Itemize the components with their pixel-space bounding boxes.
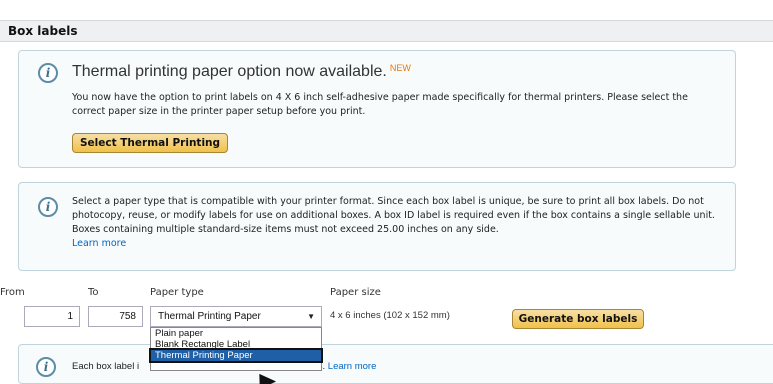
dropdown-option-selected[interactable]: Thermal Printing Paper — [149, 348, 323, 363]
select-thermal-printing-button[interactable]: Select Thermal Printing — [72, 133, 228, 153]
paper-type-label: Paper type — [150, 287, 204, 298]
learn-more-link[interactable]: Learn more — [72, 238, 126, 249]
info-icon: i — [38, 197, 58, 217]
dropdown-arrow-icon: ▼ — [307, 312, 315, 321]
paper-type-info-body: Select a paper type that is compatible w… — [72, 196, 715, 249]
to-input[interactable]: 758 — [88, 306, 143, 327]
paper-type-info-alert: i Select a paper type that is compatible… — [18, 182, 736, 271]
paper-size-value: 4 x 6 inches (102 x 152 mm) — [330, 310, 450, 321]
dropdown-option[interactable]: Plain paper — [151, 328, 321, 339]
thermal-printing-alert: i Thermal printing paper option now avai… — [18, 50, 736, 168]
thermal-alert-body: You now have the option to print labels … — [72, 92, 688, 117]
dropdown-option[interactable]: Blank Rectangle Label — [151, 339, 321, 350]
section-title: Box labels — [8, 24, 78, 38]
new-badge: NEW — [389, 63, 411, 73]
paper-size-label: Paper size — [330, 287, 381, 298]
to-label: To — [88, 287, 99, 298]
generate-box-labels-button[interactable]: Generate box labels — [512, 309, 644, 329]
paper-type-dropdown-list: Plain paper Blank Rectangle Label Therma… — [149, 327, 323, 371]
paper-type-select[interactable]: Thermal Printing Paper ▼ — [150, 306, 322, 327]
info-icon: i — [36, 357, 56, 377]
from-label: From — [0, 287, 25, 298]
each-box-label-alert: i Each box label ibels. Learn more — [18, 344, 773, 384]
learn-more-link[interactable]: Learn more — [328, 361, 377, 372]
from-input[interactable]: 1 — [24, 306, 80, 327]
section-header-box-labels: Box labels — [0, 20, 773, 42]
thermal-alert-title: Thermal printing paper option now availa… — [72, 63, 411, 80]
paper-type-selected-value: Thermal Printing Paper — [158, 311, 261, 322]
info-icon: i — [38, 63, 58, 83]
